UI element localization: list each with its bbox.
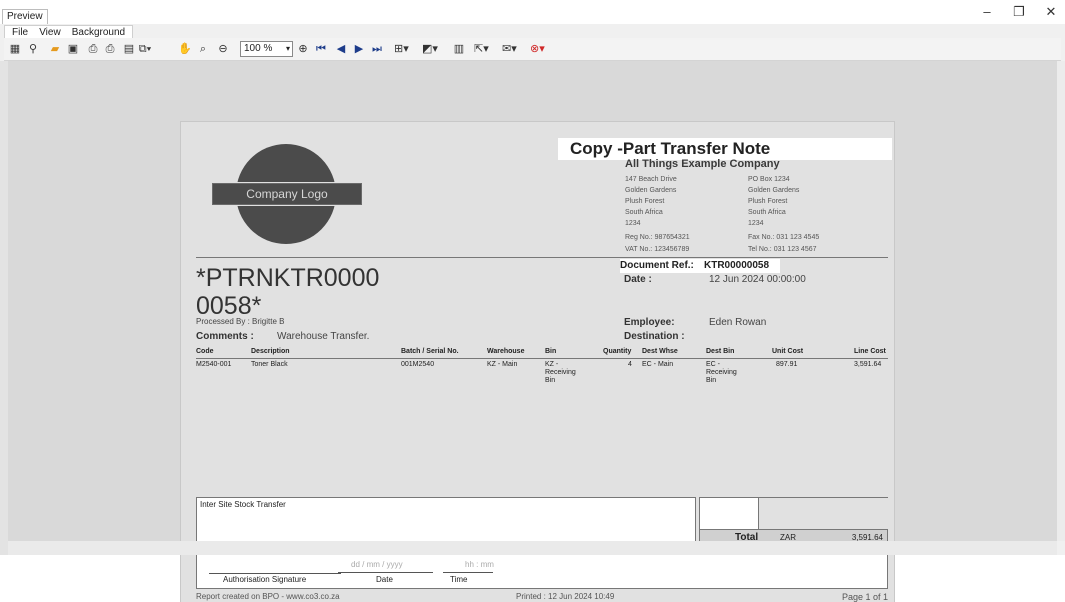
header-divider bbox=[196, 257, 888, 258]
restore-button[interactable]: ❐ bbox=[1004, 2, 1034, 22]
col-dest-bin: Dest Bin bbox=[706, 348, 735, 355]
time-placeholder: hh : mm bbox=[465, 560, 494, 569]
fax-number: Fax No.: 031 123 4545 bbox=[748, 234, 820, 241]
title-bar: Preview – ❐ ✕ bbox=[0, 0, 1065, 24]
window-title: Preview bbox=[2, 9, 48, 24]
quick-print-icon[interactable]: ⎙ bbox=[103, 41, 117, 57]
cell-dest-bin: EC - Receiving Bin bbox=[706, 361, 737, 384]
send-email-icon[interactable]: ✉▾ bbox=[502, 41, 517, 57]
notes-box: Inter Site Stock Transfer bbox=[196, 497, 696, 547]
page-setup-icon[interactable]: ▤ bbox=[122, 41, 136, 57]
horizontal-scrollbar[interactable] bbox=[8, 541, 1057, 555]
previous-page-icon[interactable]: ◀ bbox=[334, 41, 348, 57]
col-bin: Bin bbox=[545, 348, 557, 355]
first-page-icon[interactable]: ⏮ bbox=[314, 41, 328, 57]
hand-tool-icon[interactable]: ✋ bbox=[178, 41, 192, 57]
logo-text: Company Logo bbox=[211, 182, 363, 206]
notes-text: Inter Site Stock Transfer bbox=[200, 500, 286, 509]
tel-number: Tel No.: 031 123 4567 bbox=[748, 246, 817, 253]
next-page-icon[interactable]: ▶ bbox=[352, 41, 366, 57]
export-icon[interactable]: ⇱▾ bbox=[474, 41, 489, 57]
save-icon[interactable]: ▣ bbox=[66, 41, 80, 57]
cell-warehouse: KZ - Main bbox=[487, 361, 518, 368]
col-code: Code bbox=[196, 348, 214, 355]
cell-unit-cost: 897.91 bbox=[776, 361, 798, 368]
comments-value: Warehouse Transfer. bbox=[277, 331, 370, 342]
open-folder-icon[interactable]: ▰ bbox=[48, 41, 62, 57]
date-line bbox=[338, 572, 433, 573]
minimize-button[interactable]: – bbox=[972, 2, 1002, 22]
last-page-icon[interactable]: ⏭ bbox=[370, 41, 384, 57]
col-description: Description bbox=[251, 348, 290, 355]
cell-dest-whse: EC - Main bbox=[642, 361, 674, 368]
destination-label: Destination : bbox=[624, 331, 685, 342]
cell-bin: KZ - Receiving Bin bbox=[545, 361, 576, 384]
chevron-down-icon: ▾ bbox=[285, 44, 290, 53]
footer-created: Report created on BPO - www.co3.co.za bbox=[196, 592, 340, 601]
vat-number: VAT No.: 123456789 bbox=[625, 246, 690, 253]
footer-page: Page 1 of 1 bbox=[841, 592, 888, 602]
close-button[interactable]: ✕ bbox=[1036, 2, 1065, 22]
date-placeholder: dd / mm / yyyy bbox=[351, 560, 403, 569]
barcode-text-line1: *PTRNKTR0000 bbox=[196, 264, 380, 292]
processed-by: Processed By : Brigitte B bbox=[196, 317, 285, 326]
signature-label: Authorisation Signature bbox=[223, 575, 307, 584]
toolbar: ▦ ⚲ ▰ ▣ ⎙ ⎙ ▤ ⧉▾ ✋ ⌕ ⊖ 100 % ▾ ⊕ ⏮ ◀ ▶ ⏭… bbox=[4, 38, 1061, 61]
date-label: Date : bbox=[624, 274, 652, 285]
report-viewport[interactable]: Company Logo Copy -Part Transfer Note Al… bbox=[8, 61, 1057, 602]
date-caption: Date bbox=[376, 575, 393, 584]
zoom-out-icon[interactable]: ⊖ bbox=[216, 41, 230, 57]
cell-quantity: 4 bbox=[628, 361, 632, 368]
date-value: 12 Jun 2024 00:00:00 bbox=[709, 274, 806, 285]
col-unit-cost: Unit Cost bbox=[772, 348, 804, 355]
find-icon[interactable]: ⚲ bbox=[26, 41, 40, 57]
zoom-value: 100 % bbox=[244, 43, 273, 54]
thumbnails-icon[interactable]: ▦ bbox=[8, 41, 22, 57]
cell-code: M2540-001 bbox=[196, 361, 232, 368]
close-preview-icon[interactable]: ⊗▾ bbox=[530, 41, 545, 57]
cell-description: Toner Black bbox=[251, 361, 288, 368]
col-quantity: Quantity bbox=[603, 348, 632, 355]
vertical-scrollbar[interactable] bbox=[1057, 61, 1065, 541]
reg-number: Reg No.: 987654321 bbox=[625, 234, 690, 241]
cell-batch: 001M2540 bbox=[401, 361, 435, 368]
items-table-header: Code Description Batch / Serial No. Ware… bbox=[196, 347, 888, 359]
postal-address: PO Box 1234 Golden Gardens Plush Forest … bbox=[748, 176, 800, 227]
signature-line bbox=[209, 573, 341, 574]
magnifier-icon[interactable]: ⌕ bbox=[196, 41, 210, 57]
time-caption: Time bbox=[450, 575, 468, 584]
col-warehouse: Warehouse bbox=[487, 348, 525, 355]
cell-line-cost: 3,591.64 bbox=[854, 361, 882, 368]
company-name: All Things Example Company bbox=[625, 158, 780, 170]
col-batch: Batch / Serial No. bbox=[401, 348, 459, 355]
zoom-select[interactable]: 100 % ▾ bbox=[240, 41, 293, 57]
preview-window: Preview – ❐ ✕ File View Background ▦ ⚲ ▰… bbox=[0, 0, 1065, 602]
left-edge bbox=[0, 61, 8, 555]
background-color-icon[interactable]: ◩▾ bbox=[422, 41, 438, 57]
col-dest-whse: Dest Whse bbox=[642, 348, 678, 355]
document-title: Copy -Part Transfer Note bbox=[558, 138, 892, 160]
col-line-cost: Line Cost bbox=[854, 348, 886, 355]
employee-label: Employee: bbox=[624, 317, 675, 328]
multiple-pages-icon[interactable]: ⊞▾ bbox=[394, 41, 409, 57]
report-page: Company Logo Copy -Part Transfer Note Al… bbox=[181, 122, 894, 602]
totals-top-line bbox=[757, 497, 888, 498]
print-icon[interactable]: ⎙ bbox=[86, 41, 100, 57]
scale-icon[interactable]: ⧉▾ bbox=[138, 41, 152, 57]
street-address: 147 Beach Drive Golden Gardens Plush For… bbox=[625, 176, 677, 227]
document-ref: Document Ref.: KTR00000058 bbox=[620, 259, 780, 273]
employee-value: Eden Rowan bbox=[709, 317, 767, 328]
signature-box: Authorisation Signature dd / mm / yyyy D… bbox=[196, 549, 888, 589]
watermark-icon[interactable]: ▥ bbox=[452, 41, 466, 57]
time-line bbox=[443, 572, 493, 573]
table-row: M2540-001 Toner Black 001M2540 KZ - Main… bbox=[196, 360, 888, 400]
comments-label: Comments : bbox=[196, 331, 254, 342]
zoom-in-icon[interactable]: ⊕ bbox=[296, 41, 310, 57]
footer-printed: Printed : 12 Jun 2024 10:49 bbox=[516, 592, 615, 601]
